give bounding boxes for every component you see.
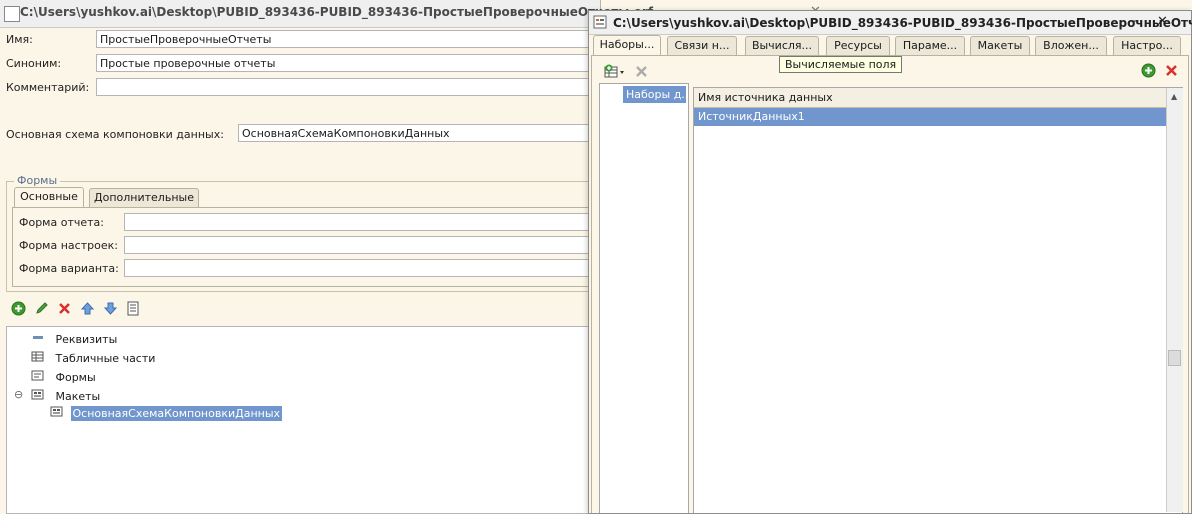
forms-group-title: Формы bbox=[14, 174, 61, 187]
delete-icon[interactable] bbox=[56, 301, 72, 317]
scroll-thumb[interactable] bbox=[1168, 350, 1181, 366]
calculated-fields-tooltip: Вычисляемые поля bbox=[779, 56, 903, 73]
report-form-field[interactable] bbox=[124, 213, 600, 231]
sort-list-icon[interactable] bbox=[125, 301, 141, 317]
schema-field[interactable]: ОсновнаяСхемаКомпоновкиДанных bbox=[238, 124, 600, 142]
dataset-tree-item[interactable]: Наборы д... bbox=[623, 86, 686, 103]
add-icon[interactable] bbox=[10, 301, 26, 317]
grid-cell: ИсточникДанных1 bbox=[698, 110, 805, 123]
delete-dataset-icon[interactable] bbox=[633, 64, 649, 80]
attributes-icon bbox=[31, 332, 44, 343]
tab-resources[interactable]: Ресурсы bbox=[826, 36, 890, 56]
template-icon bbox=[50, 406, 63, 417]
variant-form-label: Форма варианта: bbox=[19, 262, 119, 275]
tree-item-attributes[interactable]: Реквизиты bbox=[31, 332, 117, 346]
tab-main[interactable]: Основные bbox=[14, 187, 84, 208]
tab-calculated-fields[interactable]: Вычисля... bbox=[745, 36, 819, 56]
tree-item-tabular-sections[interactable]: Табличные части bbox=[31, 351, 155, 365]
edit-icon[interactable] bbox=[33, 301, 49, 317]
datasets-tree: Наборы д... bbox=[599, 83, 689, 513]
tab-templates[interactable]: Макеты bbox=[970, 36, 1030, 56]
window-icon bbox=[4, 6, 20, 22]
delete-field-icon[interactable] bbox=[1163, 63, 1179, 79]
tab-parameters[interactable]: Параме... bbox=[895, 36, 965, 56]
schema-window-titlebar: C:\Users\yushkov.ai\Desktop\PUBID_893436… bbox=[589, 11, 1192, 35]
grid-header: Имя источника данных bbox=[694, 88, 1166, 108]
tree-item-label: Реквизиты bbox=[55, 333, 118, 346]
datasets-grid: Имя источника данных ИсточникДанных1 ▲ bbox=[693, 87, 1183, 513]
name-label: Имя: bbox=[6, 33, 33, 46]
table-row[interactable]: ИсточникДанных1 bbox=[694, 108, 1166, 126]
tab-dataset-links[interactable]: Связи н... bbox=[667, 36, 737, 56]
scroll-up-icon[interactable]: ▲ bbox=[1171, 92, 1177, 101]
add-field-icon[interactable] bbox=[1140, 63, 1156, 79]
schema-window-title: C:\Users\yushkov.ai\Desktop\PUBID_893436… bbox=[613, 16, 1192, 30]
variant-form-field[interactable] bbox=[124, 259, 600, 277]
add-dataset-icon[interactable] bbox=[603, 64, 627, 80]
tree-item-label: ОсновнаяСхемаКомпоновкиДанных bbox=[70, 406, 283, 421]
front-minimize-button[interactable]: – bbox=[1132, 13, 1139, 29]
table-icon bbox=[31, 351, 44, 362]
front-close-button[interactable]: ✕ bbox=[1157, 14, 1168, 29]
tree-item-forms[interactable]: Формы bbox=[31, 370, 96, 384]
tab-settings[interactable]: Настро... bbox=[1113, 36, 1181, 56]
tab-nested-schemas[interactable]: Вложен... bbox=[1035, 36, 1107, 56]
move-up-icon[interactable] bbox=[79, 301, 95, 317]
settings-form-field[interactable] bbox=[124, 236, 600, 254]
tree-item-label: Табличные части bbox=[55, 352, 156, 365]
synonym-field[interactable]: Простые проверочные отчеты bbox=[96, 54, 600, 72]
tree-item-templates[interactable]: Макеты bbox=[31, 389, 100, 403]
tree-item-label: Макеты bbox=[55, 390, 101, 403]
tab-additional[interactable]: Дополнительные bbox=[89, 188, 199, 208]
collapse-toggle-icon[interactable]: ⊖ bbox=[14, 388, 23, 401]
name-field[interactable]: ПростыеПроверочныеОтчеты bbox=[96, 30, 600, 48]
comment-label: Комментарий: bbox=[6, 81, 90, 94]
form-icon bbox=[31, 370, 44, 381]
column-header-source-name[interactable]: Имя источника данных bbox=[698, 91, 833, 104]
report-editor-titlebar: C:\Users\yushkov.ai\Desktop\PUBID_893436… bbox=[0, 0, 653, 28]
settings-form-label: Форма настроек: bbox=[19, 239, 118, 252]
vertical-scrollbar[interactable]: ▲ bbox=[1166, 88, 1183, 512]
schema-label: Основная схема компоновки данных: bbox=[6, 128, 224, 141]
metadata-tree: Реквизиты Табличные части Формы ⊖ Макеты… bbox=[6, 326, 600, 514]
tree-item-main-schema[interactable]: ОсновнаяСхемаКомпоновкиДанных bbox=[50, 406, 283, 421]
tab-datasets[interactable]: Наборы... bbox=[593, 35, 661, 56]
report-form-label: Форма отчета: bbox=[19, 216, 104, 229]
report-editor-title: C:\Users\yushkov.ai\Desktop\PUBID_893436… bbox=[20, 5, 654, 19]
template-icon bbox=[31, 389, 44, 400]
window-icon bbox=[593, 15, 607, 29]
comment-field[interactable] bbox=[96, 78, 600, 96]
synonym-label: Синоним: bbox=[6, 57, 62, 70]
move-down-icon[interactable] bbox=[102, 301, 118, 317]
data-composition-schema-window: C:\Users\yushkov.ai\Desktop\PUBID_893436… bbox=[588, 10, 1192, 514]
tree-item-label: Формы bbox=[55, 371, 96, 384]
report-editor-window: C:\Users\yushkov.ai\Desktop\PUBID_893436… bbox=[0, 0, 653, 514]
